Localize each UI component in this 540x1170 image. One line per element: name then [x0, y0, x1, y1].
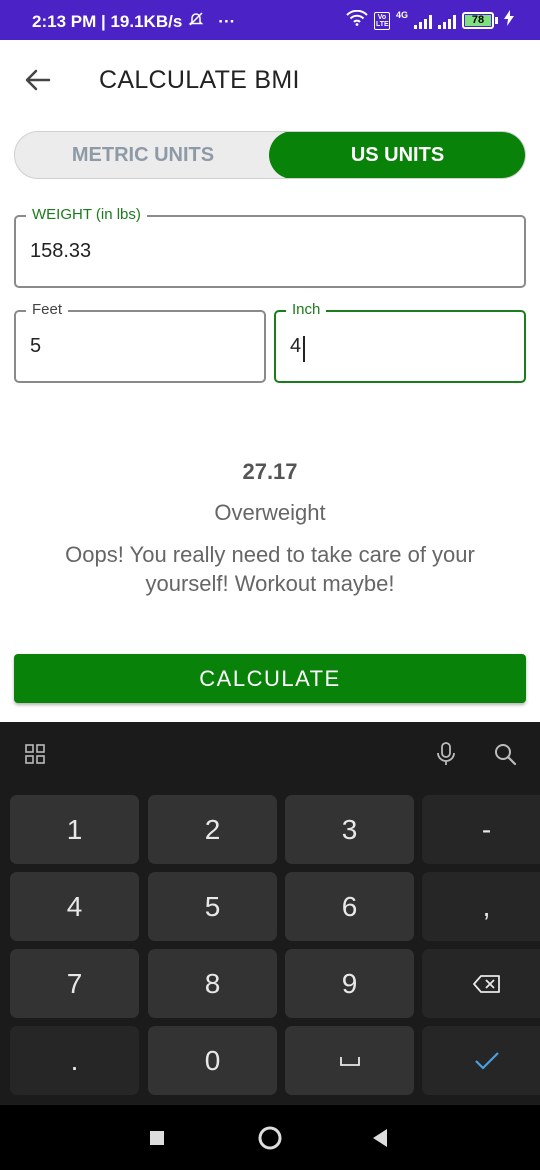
space-key[interactable] [285, 1026, 414, 1095]
inch-input[interactable] [290, 312, 510, 381]
bmi-message: Oops! You really need to take care of yo… [65, 542, 475, 596]
feet-field[interactable]: Feet [14, 300, 266, 383]
system-nav-bar [0, 1105, 540, 1170]
backspace-icon [472, 974, 500, 993]
app-bar: CALCULATE BMI [0, 40, 540, 120]
signal-icon-2 [438, 13, 456, 29]
key-period[interactable]: . [10, 1026, 139, 1095]
weight-input[interactable] [30, 217, 510, 286]
signal-icon-1 [414, 13, 432, 29]
unit-toggle: METRIC UNITS US UNITS [14, 131, 526, 179]
text-cursor [303, 336, 305, 362]
key-7[interactable]: 7 [10, 949, 139, 1018]
numeric-keyboard: 1 2 3 - 4 5 6 , 7 8 9 . 0 [0, 722, 540, 1105]
volte-badge: Vo LTE [373, 11, 390, 30]
tab-metric-units[interactable]: METRIC UNITS [15, 132, 271, 178]
done-key[interactable] [422, 1026, 540, 1095]
key-1[interactable]: 1 [10, 795, 139, 864]
back-arrow-icon[interactable] [20, 62, 56, 98]
status-more: ··· [218, 11, 236, 31]
key-minus[interactable]: - [422, 795, 540, 864]
key-comma[interactable]: , [422, 872, 540, 941]
microphone-icon[interactable] [428, 736, 464, 772]
keyboard-toolbar [0, 722, 540, 786]
checkmark-icon [474, 1051, 499, 1070]
silent-bell-icon [188, 11, 204, 32]
status-time-speed: 2:13 PM | 19.1KB/s [32, 11, 183, 31]
key-3[interactable]: 3 [285, 795, 414, 864]
grid-menu-icon[interactable] [17, 736, 53, 772]
status-left: 2:13 PM | 19.1KB/s ··· [32, 11, 235, 32]
key-0[interactable]: 0 [148, 1026, 277, 1095]
recents-square-icon[interactable] [142, 1123, 172, 1153]
search-icon[interactable] [487, 736, 523, 772]
home-circle-icon[interactable] [255, 1123, 285, 1153]
back-triangle-icon[interactable] [365, 1123, 395, 1153]
charging-icon [504, 10, 514, 31]
key-9[interactable]: 9 [285, 949, 414, 1018]
network-type: 4G [395, 10, 408, 20]
weight-field[interactable]: WEIGHT (in lbs) [14, 205, 526, 288]
tab-us-units[interactable]: US UNITS [269, 132, 525, 178]
key-5[interactable]: 5 [148, 872, 277, 941]
page-title: CALCULATE BMI [99, 66, 300, 94]
bmi-value: 27.17 [242, 459, 298, 484]
key-4[interactable]: 4 [10, 872, 139, 941]
key-8[interactable]: 8 [148, 949, 277, 1018]
battery-level: 78 [465, 15, 491, 26]
inch-field[interactable]: Inch [274, 300, 526, 383]
space-icon [339, 1056, 360, 1066]
status-bar: 2:13 PM | 19.1KB/s ··· Vo LTE 4G 78 [0, 0, 540, 40]
key-6[interactable]: 6 [285, 872, 414, 941]
feet-input[interactable] [30, 312, 250, 381]
battery-icon: 78 [462, 12, 498, 29]
backspace-key[interactable] [422, 949, 540, 1018]
status-right: Vo LTE 4G 78 [346, 9, 514, 31]
calculate-button[interactable]: CALCULATE [14, 654, 526, 703]
key-2[interactable]: 2 [148, 795, 277, 864]
wifi-icon [346, 9, 368, 31]
bmi-category: Overweight [214, 500, 326, 525]
